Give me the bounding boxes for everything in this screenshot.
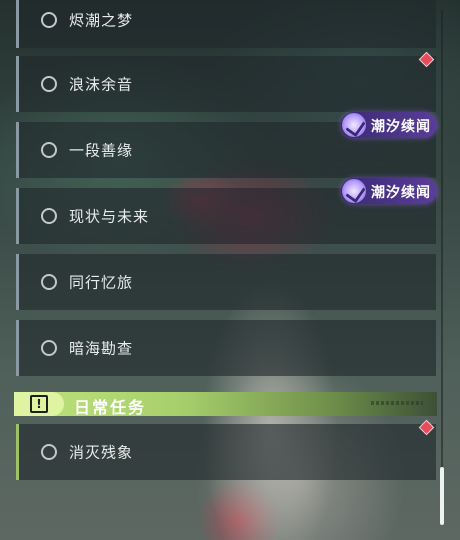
radio-icon[interactable] [41, 340, 57, 356]
daily-quest-item-1[interactable]: 消灭残象 [16, 424, 436, 480]
radio-icon[interactable] [41, 444, 57, 460]
quest-label: 现状与未来 [69, 207, 150, 226]
quest-item-2[interactable]: 浪沫余音 [16, 56, 436, 112]
tidal-tag-badge: 潮汐续闻 [341, 112, 437, 138]
exclamation-icon-wrap: ! [14, 392, 64, 416]
scrollbar-track[interactable] [441, 10, 443, 525]
quest-label: 同行忆旅 [69, 273, 134, 292]
decorative-pattern [371, 401, 423, 405]
radio-icon[interactable] [41, 12, 57, 28]
quest-item-1[interactable]: 烬潮之梦 [16, 0, 436, 48]
quest-label: 浪沫余音 [69, 75, 134, 94]
scrollbar-thumb[interactable] [440, 467, 444, 525]
quest-label: 暗海勘查 [69, 339, 134, 358]
quest-item-5[interactable]: 同行忆旅 [16, 254, 436, 310]
radio-icon[interactable] [41, 142, 57, 158]
tidal-emblem-icon [342, 179, 366, 203]
radio-icon[interactable] [41, 208, 57, 224]
tidal-emblem-icon [342, 113, 366, 137]
tag-text: 潮汐续闻 [371, 185, 431, 201]
section-title: 日常任务 [74, 398, 147, 417]
quest-label: 一段善缘 [69, 141, 134, 160]
radio-icon[interactable] [41, 274, 57, 290]
quest-label: 烬潮之梦 [69, 11, 134, 30]
tag-text: 潮汐续闻 [371, 119, 431, 135]
radio-icon[interactable] [41, 76, 57, 92]
quest-item-6[interactable]: 暗海勘查 [16, 320, 436, 376]
daily-quests-header: ! 日常任务 [14, 392, 437, 417]
exclamation-icon: ! [30, 395, 48, 413]
quest-label: 消灭残象 [69, 443, 134, 462]
tidal-tag-badge: 潮汐续闻 [341, 178, 437, 204]
